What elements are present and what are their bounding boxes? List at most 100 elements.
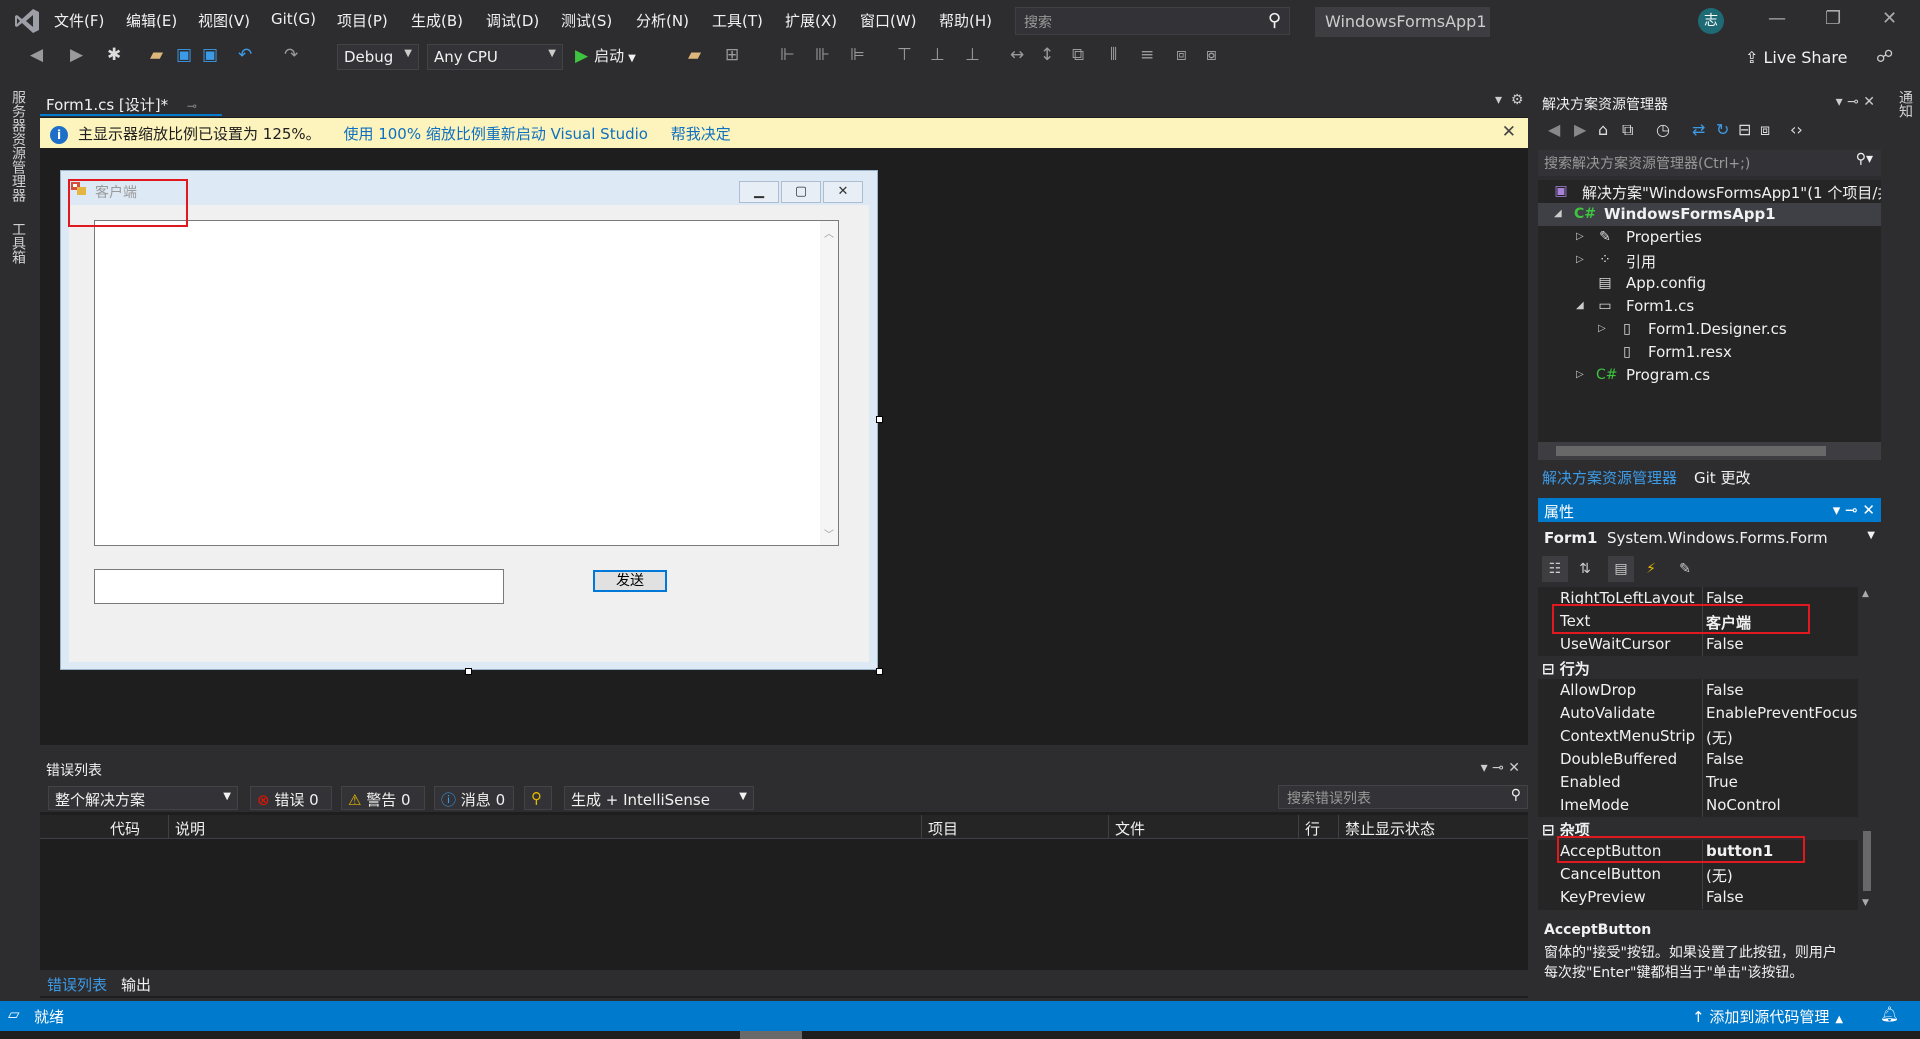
designer-form-window[interactable]: 客户端 ▁ ▢ ✕ ︿ ﹀ 发送 [60, 170, 878, 670]
view-code-icon[interactable]: ‹› [1790, 120, 1803, 139]
solution-configuration-select[interactable]: Debug ▼ [337, 44, 419, 70]
multiline-textbox[interactable]: ︿ ﹀ [94, 220, 839, 546]
resize-handle-corner[interactable] [876, 668, 883, 675]
errors-filter-button[interactable]: ⊗ 错误 0 [250, 786, 332, 810]
menu-build[interactable]: 生成(B) [411, 10, 463, 31]
collapse-icon[interactable]: ⊟ [1542, 660, 1560, 678]
property-value[interactable]: (无) [1706, 865, 1733, 886]
property-row[interactable]: AllowDrop False [1538, 679, 1858, 702]
properties-object-select[interactable]: Form1 System.Windows.Forms.Form ▼ [1538, 525, 1881, 551]
feedback-icon[interactable]: ☍ [1876, 47, 1893, 67]
message-input-textbox[interactable] [94, 569, 504, 604]
pin-icon[interactable]: ⊸ [187, 99, 197, 113]
restart-at-100-link[interactable]: 使用 100% 缩放比例重新启动 Visual Studio [343, 125, 648, 143]
property-row[interactable]: CancelButton (无) [1538, 863, 1858, 886]
send-button[interactable]: 发送 [593, 570, 667, 592]
property-row[interactable]: Enabled True [1538, 771, 1858, 794]
vertical-spacing-icon[interactable]: ≡ [1140, 45, 1154, 65]
align-centers-icon[interactable]: ⊪ [815, 45, 830, 65]
property-row[interactable]: DoubleBuffered False [1538, 748, 1858, 771]
align-tops-icon[interactable]: ⊤ [897, 45, 912, 65]
restore-window-icon[interactable]: ❐ [1825, 8, 1841, 29]
events-icon[interactable]: ⚡ [1638, 556, 1664, 582]
menu-extensions[interactable]: 扩展(X) [785, 10, 837, 31]
column-code[interactable]: 代码 [110, 818, 140, 839]
save-icon[interactable]: ▣ [176, 45, 192, 65]
align-lefts-icon[interactable]: ⊩ [780, 45, 795, 65]
messages-filter-button[interactable]: ⓘ 消息 0 [434, 786, 514, 810]
scroll-up-icon[interactable]: ︿ [824, 225, 834, 240]
column-suppression-state[interactable]: 禁止显示状态 [1345, 818, 1435, 839]
refresh-icon[interactable]: ↻ [1716, 120, 1729, 139]
property-value[interactable]: True [1706, 773, 1738, 791]
tab-error-list[interactable]: 错误列表 [47, 974, 107, 995]
show-all-files-icon[interactable]: ⧈ [1760, 120, 1770, 140]
tab-output[interactable]: 输出 [121, 974, 151, 995]
property-value[interactable]: False [1706, 635, 1744, 653]
send-to-back-icon[interactable]: ⧇ [1206, 45, 1217, 65]
warnings-filter-button[interactable]: ⚠ 警告 0 [341, 786, 425, 810]
collapsed-arrow-icon[interactable]: ▷ [1598, 323, 1606, 334]
layout-toolbar-icon[interactable]: ⊞ [725, 45, 739, 65]
make-same-height-icon[interactable]: ↕ [1040, 45, 1054, 65]
collapsed-arrow-icon[interactable]: ▷ [1576, 369, 1584, 380]
close-window-icon[interactable]: ✕ [1882, 8, 1897, 29]
toolbox-tab[interactable]: 工具箱 [8, 222, 28, 264]
scroll-down-icon[interactable]: ▼ [1862, 898, 1869, 908]
menu-analyze[interactable]: 分析(N) [636, 10, 689, 31]
menu-git[interactable]: Git(G) [271, 10, 316, 28]
solution-platform-select[interactable]: Any CPU ▼ [427, 44, 563, 70]
column-description[interactable]: 说明 [175, 818, 205, 839]
scroll-up-icon[interactable]: ▲ [1862, 589, 1869, 599]
tree-item-form1-resx[interactable]: ▯ Form1.resx [1538, 341, 1881, 364]
make-same-width-icon[interactable]: ↔ [1010, 45, 1024, 65]
notification-bell-icon[interactable]: 🔔︎ [1880, 1005, 1899, 1023]
tab-solution-explorer[interactable]: 解决方案资源管理器 [1542, 467, 1677, 488]
panel-options-icon[interactable]: ▾ ⊸ ✕ [1833, 501, 1875, 519]
textbox-scrollbar[interactable]: ︿ ﹀ [820, 221, 838, 545]
menu-window[interactable]: 窗口(W) [860, 10, 917, 31]
forward-icon[interactable]: ▶ [1574, 120, 1586, 139]
redo-icon[interactable]: ↷ [284, 45, 298, 65]
property-value[interactable]: NoControl [1706, 796, 1781, 814]
open-folder-icon[interactable]: ▰ [688, 45, 701, 65]
column-project[interactable]: 项目 [928, 818, 958, 839]
home-icon[interactable]: ⌂ [1598, 120, 1608, 139]
solution-explorer-search-input[interactable]: 搜索解决方案资源管理器(Ctrl+;) ⚲▾ [1538, 150, 1881, 176]
build-intellisense-select[interactable]: 生成 + IntelliSense ▼ [564, 786, 754, 810]
panel-options-icon[interactable]: ▾ ⊸ ✕ [1836, 94, 1875, 110]
tree-item-form1-designer[interactable]: ▷ ▯ Form1.Designer.cs [1538, 318, 1881, 341]
scrollbar-thumb[interactable] [1863, 831, 1871, 891]
scroll-down-icon[interactable]: ﹀ [824, 526, 834, 541]
align-bottoms-icon[interactable]: ⊥ [965, 45, 980, 65]
tab-overflow-icon[interactable]: ▾ ⚙ [1495, 92, 1523, 108]
tree-item-program-cs[interactable]: ▷ C# Program.cs [1538, 364, 1881, 387]
menu-project[interactable]: 项目(P) [337, 10, 388, 31]
property-row[interactable]: ImeMode NoControl [1538, 794, 1858, 817]
server-explorer-tab[interactable]: 服务器资源管理器 [8, 90, 28, 202]
collapsed-arrow-icon[interactable]: ▷ [1576, 254, 1584, 265]
property-category-behavior[interactable]: ⊟ 行为 [1538, 656, 1858, 679]
tab-git-changes[interactable]: Git 更改 [1694, 467, 1750, 488]
menu-view[interactable]: 视图(V) [198, 10, 250, 31]
property-row[interactable]: AutoValidate EnablePreventFocusC [1538, 702, 1858, 725]
tree-item-references[interactable]: ▷ ⁘ 引用 [1538, 249, 1881, 272]
menu-edit[interactable]: 编辑(E) [126, 10, 177, 31]
tab-form1-design[interactable]: Form1.cs [设计]* ⊸ ✕ [40, 92, 222, 133]
switch-views-icon[interactable]: ⧉ [1622, 120, 1633, 140]
column-line[interactable]: 行 [1305, 818, 1320, 839]
expanded-arrow-icon[interactable]: ◢ [1576, 300, 1584, 311]
property-value[interactable]: False [1706, 750, 1744, 768]
column-file[interactable]: 文件 [1115, 818, 1145, 839]
error-scope-select[interactable]: 整个解决方案 ▼ [48, 786, 238, 810]
start-debugging-button[interactable]: ▶ 启动 ▼ [575, 45, 636, 66]
menu-file[interactable]: 文件(F) [54, 10, 104, 31]
size-to-grid-icon[interactable]: ⧉ [1072, 45, 1084, 65]
collapse-all-icon[interactable]: ⊟ [1738, 120, 1751, 139]
property-pages-icon[interactable]: ✎ [1672, 556, 1698, 582]
live-share-button[interactable]: ⇪ Live Share [1745, 48, 1847, 67]
new-project-icon[interactable]: ✱ [107, 45, 121, 65]
form-minimize-icon[interactable]: ▁ [739, 181, 779, 203]
property-value[interactable]: False [1706, 888, 1744, 906]
resize-handle-bottom[interactable] [465, 668, 472, 675]
